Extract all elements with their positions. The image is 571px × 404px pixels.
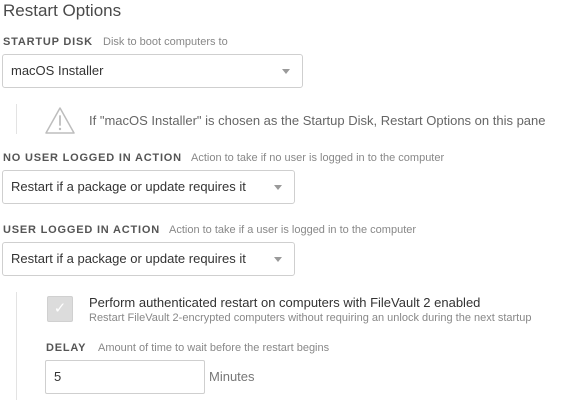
delay-input[interactable]: 5 <box>45 360 205 394</box>
delay-description: Amount of time to wait before the restar… <box>98 342 330 354</box>
delay-label: DELAY <box>46 342 87 354</box>
no-user-action-description: Action to take if no user is logged in t… <box>191 152 445 164</box>
startup-disk-description: Disk to boot computers to <box>103 36 228 48</box>
no-user-action-select[interactable]: Restart if a package or update requires … <box>2 170 295 204</box>
warning-indent-line <box>16 104 17 134</box>
user-action-value: Restart if a package or update requires … <box>11 251 246 266</box>
chevron-down-icon <box>282 69 290 74</box>
startup-disk-select[interactable]: macOS Installer <box>2 54 303 88</box>
checkmark-icon: ✓ <box>53 300 67 317</box>
delay-value: 5 <box>54 369 62 384</box>
chevron-down-icon <box>274 185 282 190</box>
auth-restart-help: Restart FileVault 2-encrypted computers … <box>89 312 532 324</box>
auth-restart-label: Perform authenticated restart on compute… <box>89 295 481 310</box>
user-action-select[interactable]: Restart if a package or update requires … <box>2 242 295 276</box>
no-user-action-value: Restart if a package or update requires … <box>11 179 246 194</box>
auth-restart-checkbox[interactable]: ✓ <box>47 296 73 322</box>
no-user-action-label: NO USER LOGGED IN ACTION <box>3 152 182 164</box>
chevron-down-icon <box>274 257 282 262</box>
user-action-description: Action to take if a user is logged in to… <box>169 224 417 236</box>
user-action-label: USER LOGGED IN ACTION <box>3 224 160 236</box>
startup-disk-label: STARTUP DISK <box>3 36 93 48</box>
startup-disk-value: macOS Installer <box>11 63 104 78</box>
page-title: Restart Options <box>3 1 122 20</box>
warning-text: If "macOS Installer" is chosen as the St… <box>89 113 546 128</box>
warning-triangle-icon <box>45 107 75 134</box>
auth-restart-indent-line <box>16 292 17 400</box>
delay-units: Minutes <box>209 369 255 384</box>
